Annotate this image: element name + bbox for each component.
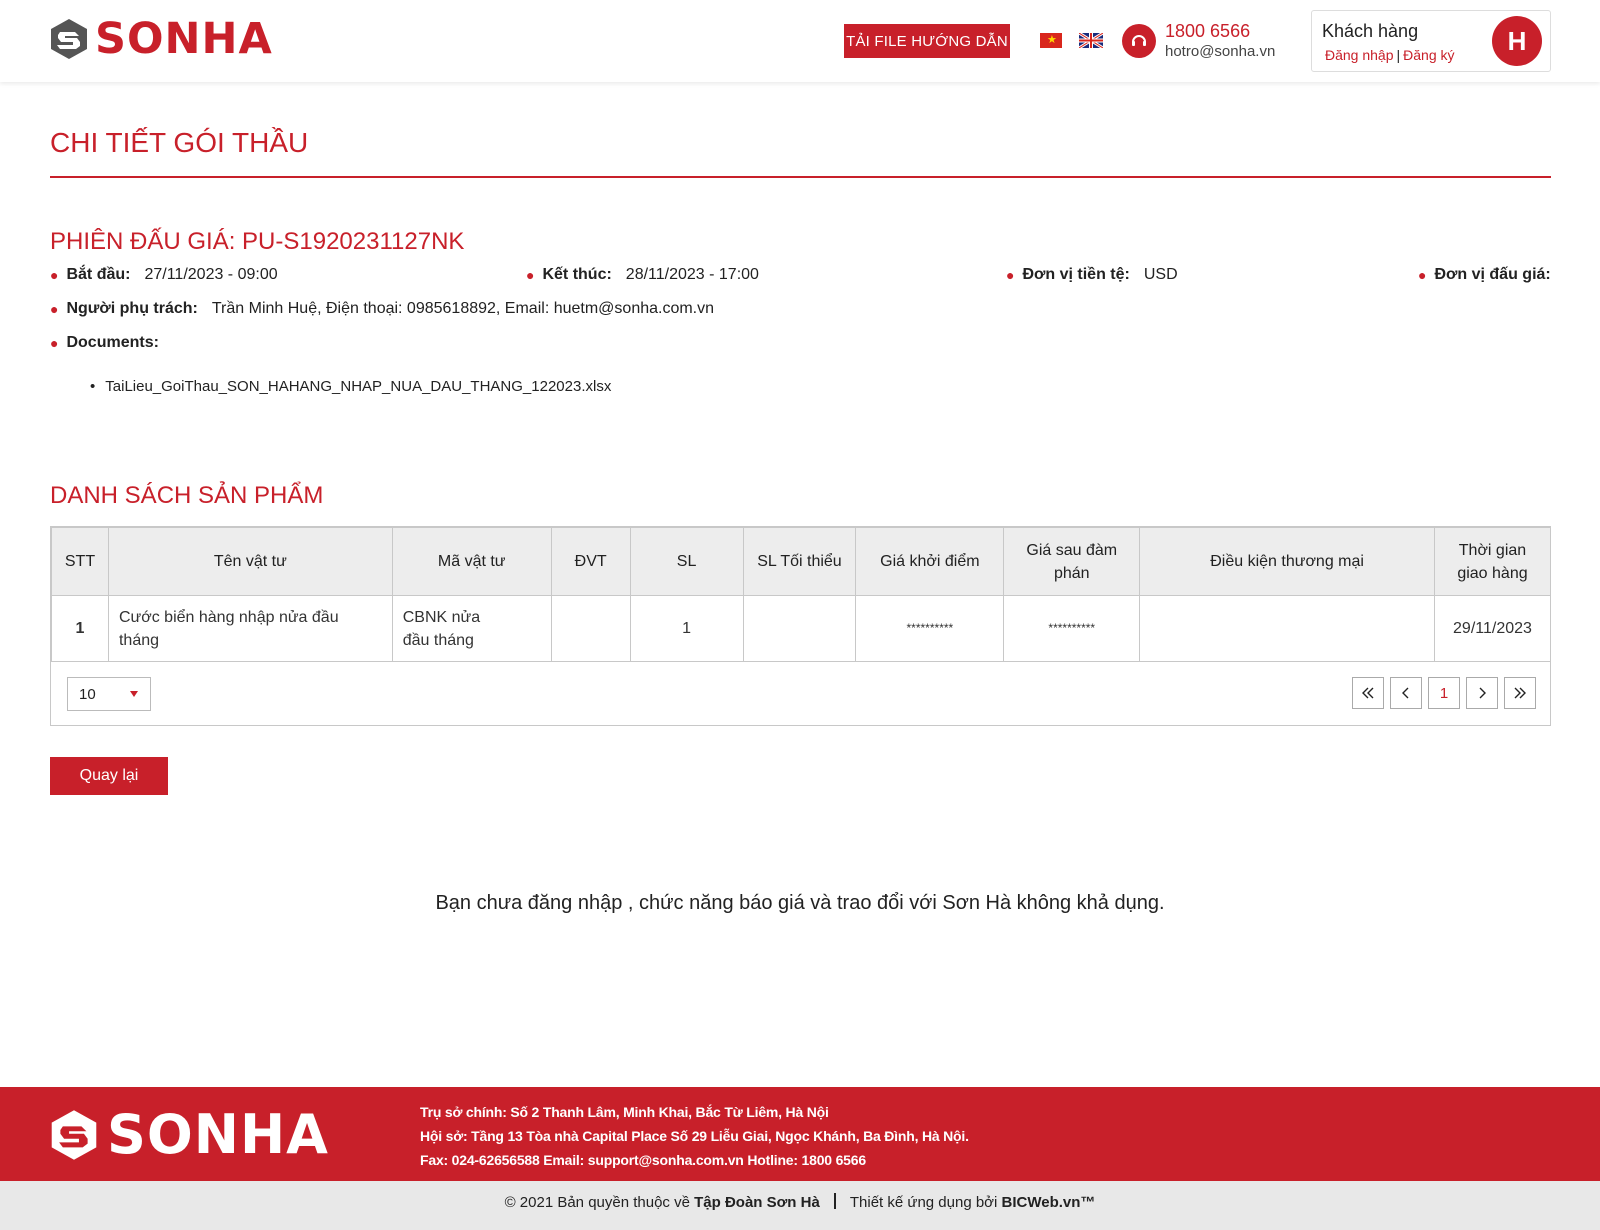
cell-name: Cước biển hàng nhập nửa đầu tháng bbox=[107, 595, 393, 662]
auction-unit-label: Đơn vị đấu giá: bbox=[1434, 266, 1551, 283]
product-list-title: DANH SÁCH SẢN PHẨM bbox=[50, 482, 324, 509]
owner-label: Người phụ trách: bbox=[66, 300, 198, 317]
currency-label: Đơn vị tiền tệ: bbox=[1022, 266, 1130, 283]
logo-text: SONHA bbox=[95, 14, 273, 64]
footer-line: Fax: 024-62656588 Email: support@sonha.c… bbox=[420, 1152, 866, 1168]
design-owner-link[interactable]: BICWeb.vn™ bbox=[1002, 1194, 1096, 1211]
title-divider bbox=[50, 176, 1551, 178]
auction-unit-item: ● Đơn vị đấu giá: bbox=[1418, 266, 1565, 284]
next-page-button[interactable] bbox=[1466, 677, 1498, 709]
cell-min-quantity bbox=[742, 595, 857, 662]
cell-code: CBNK nửa đầu tháng bbox=[391, 595, 552, 662]
avatar[interactable]: H bbox=[1492, 16, 1542, 66]
bullet-icon: ● bbox=[50, 335, 59, 351]
footer-logo[interactable]: SONHA bbox=[49, 1103, 329, 1166]
cell-delivery-date: 29/11/2023 bbox=[1433, 595, 1552, 662]
auction-session-title: PHIÊN ĐẤU GIÁ: PU-S1920231127NK bbox=[50, 228, 465, 255]
cell-start-price: ********** bbox=[855, 595, 1005, 662]
cell-unit bbox=[550, 595, 631, 662]
column-header: ĐVT bbox=[550, 527, 631, 596]
back-button[interactable]: Quay lại bbox=[50, 757, 168, 795]
bullet-icon: ● bbox=[1006, 267, 1015, 283]
product-table-container: STT Tên vật tư Mã vật tư ĐVT SL SL Tối t… bbox=[50, 526, 1552, 726]
chevron-right-icon bbox=[1479, 687, 1486, 699]
uk-flag-icon[interactable] bbox=[1079, 33, 1103, 48]
page-size-value: 10 bbox=[79, 685, 96, 703]
sonha-logo-icon bbox=[51, 1110, 97, 1160]
chevron-left-icon bbox=[1402, 687, 1409, 699]
documents-label: Documents: bbox=[66, 334, 159, 351]
column-header: Điều kiện thương mại bbox=[1139, 527, 1435, 596]
caret-down-icon bbox=[130, 691, 138, 697]
copyright-owner: Tập Đoàn Sơn Hà bbox=[694, 1194, 820, 1211]
link-separator: | bbox=[1396, 47, 1401, 63]
page-size-select[interactable]: 10 bbox=[67, 677, 151, 711]
bullet-icon: ● bbox=[1418, 267, 1427, 283]
pagination-bar: 10 1 bbox=[51, 661, 1550, 726]
sonha-logo[interactable]: SONHA bbox=[49, 14, 273, 64]
cell-quantity: 1 bbox=[629, 595, 744, 662]
documents-item: ● Documents: bbox=[50, 334, 173, 352]
start-value: 27/11/2023 - 09:00 bbox=[144, 266, 278, 283]
cell-stt: 1 bbox=[51, 595, 109, 662]
table-header-row: STT Tên vật tư Mã vật tư ĐVT SL SL Tối t… bbox=[51, 527, 1552, 596]
currency-value: USD bbox=[1143, 266, 1178, 283]
double-chevron-left-icon bbox=[1362, 687, 1374, 699]
sonha-logo-icon bbox=[51, 19, 87, 59]
column-header: SL bbox=[629, 527, 744, 596]
column-header: SL Tối thiểu bbox=[742, 527, 857, 596]
copyright-prefix: © 2021 Bản quyền thuộc về bbox=[504, 1194, 690, 1211]
hotline-number[interactable]: 1800 6566 bbox=[1165, 21, 1250, 42]
download-guide-button[interactable]: TẢI FILE HƯỚNG DẪN bbox=[844, 24, 1010, 58]
register-link[interactable]: Đăng ký bbox=[1403, 47, 1454, 63]
bullet-icon: ● bbox=[50, 267, 59, 283]
column-header: Mã vật tư bbox=[391, 527, 552, 596]
account-title: Khách hàng bbox=[1322, 21, 1419, 41]
headset-icon bbox=[1122, 24, 1156, 58]
first-page-button[interactable] bbox=[1352, 677, 1384, 709]
owner-value: Trần Minh Huệ, Điện thoại: 0985618892, E… bbox=[211, 300, 715, 317]
end-value: 28/11/2023 - 17:00 bbox=[625, 266, 759, 283]
login-required-notice: Bạn chưa đăng nhập , chức năng báo giá v… bbox=[435, 892, 1165, 914]
document-link[interactable]: TaiLieu_GoiThau_SON_HAHANG_NHAP_NUA_DAU_… bbox=[90, 378, 611, 395]
start-time-item: ● Bắt đầu: 27/11/2023 - 09:00 bbox=[50, 266, 278, 284]
site-header: SONHA TẢI FILE HƯỚNG DẪN ★ 1800 6566 hot… bbox=[0, 0, 1600, 82]
bullet-icon: ● bbox=[526, 267, 535, 283]
column-header: Thời gian giao hàng bbox=[1433, 527, 1552, 596]
cell-negotiated-price: ********** bbox=[1003, 595, 1141, 662]
end-time-item: ● Kết thúc: 28/11/2023 - 17:00 bbox=[526, 266, 759, 284]
page-number-button[interactable]: 1 bbox=[1428, 677, 1460, 709]
site-footer: SONHA Trụ sở chính: Số 2 Thanh Lâm, Minh… bbox=[0, 1087, 1600, 1181]
page-title: CHI TIẾT GÓI THẦU bbox=[50, 127, 309, 158]
owner-item: ● Người phụ trách: Trần Minh Huệ, Điện t… bbox=[50, 300, 714, 318]
cell-trade-terms bbox=[1139, 595, 1435, 662]
vietnam-flag-icon[interactable]: ★ bbox=[1040, 33, 1062, 48]
support-email[interactable]: hotro@sonha.vn bbox=[1165, 43, 1275, 60]
account-links: Đăng nhập | Đăng ký bbox=[1325, 47, 1455, 63]
column-header: Tên vật tư bbox=[107, 527, 393, 596]
copyright-divider bbox=[833, 1193, 836, 1209]
end-label: Kết thúc: bbox=[542, 266, 612, 283]
login-link[interactable]: Đăng nhập bbox=[1325, 47, 1394, 63]
prev-page-button[interactable] bbox=[1390, 677, 1422, 709]
footer-address-block: Trụ sở chính: Số 2 Thanh Lâm, Minh Khai,… bbox=[420, 1100, 969, 1172]
column-header: STT bbox=[51, 527, 109, 596]
footer-line: Trụ sở chính: Số 2 Thanh Lâm, Minh Khai,… bbox=[420, 1104, 829, 1120]
copyright-bar: © 2021 Bản quyền thuộc về Tập Đoàn Sơn H… bbox=[0, 1181, 1600, 1230]
design-prefix: Thiết kế ứng dụng bởi bbox=[849, 1194, 998, 1211]
column-header: Giá sau đàm phán bbox=[1003, 527, 1141, 596]
footer-line: Hội sở: Tầng 13 Tòa nhà Capital Place Số… bbox=[420, 1128, 969, 1144]
account-box: Khách hàng Đăng nhập | Đăng ký H bbox=[1311, 10, 1551, 72]
column-header: Giá khởi điểm bbox=[855, 527, 1005, 596]
currency-item: ● Đơn vị tiền tệ: USD bbox=[1006, 266, 1178, 284]
product-table: STT Tên vật tư Mã vật tư ĐVT SL SL Tối t… bbox=[51, 527, 1552, 662]
table-row: 1 Cước biển hàng nhập nửa đầu tháng CBNK… bbox=[51, 595, 1552, 662]
bullet-icon: ● bbox=[50, 301, 59, 317]
footer-logo-text: SONHA bbox=[107, 1103, 329, 1166]
last-page-button[interactable] bbox=[1504, 677, 1536, 709]
start-label: Bắt đầu: bbox=[66, 266, 131, 283]
double-chevron-right-icon bbox=[1514, 687, 1526, 699]
